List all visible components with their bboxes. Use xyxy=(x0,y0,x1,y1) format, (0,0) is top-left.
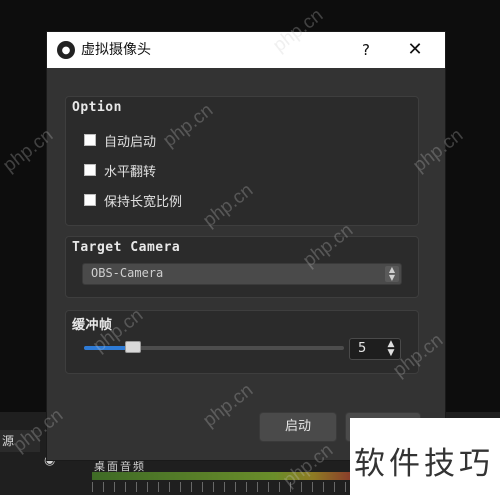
help-button[interactable]: ? xyxy=(355,38,377,62)
dialog-titlebar[interactable]: ● 虚拟摄像头 ? ✕ xyxy=(47,32,445,68)
start-button[interactable]: 启动 xyxy=(259,412,337,442)
virtual-camera-dialog: ● 虚拟摄像头 ? ✕ Option 自动启动 水平翻转 保持长宽比例 Targ… xyxy=(47,32,445,460)
target-camera-group: Target Camera OBS-Camera ▲ ▼ xyxy=(65,236,419,298)
close-button[interactable]: ✕ xyxy=(403,38,427,62)
auto-start-checkbox[interactable] xyxy=(84,134,96,146)
spin-arrows-icon[interactable]: ▲ ▼ xyxy=(384,340,398,358)
buffer-frames-value: 5 xyxy=(358,341,367,356)
horizontal-flip-label: 水平翻转 xyxy=(104,164,157,180)
keep-aspect-ratio-checkbox[interactable] xyxy=(84,194,96,206)
audio-meter-ticks xyxy=(92,482,352,492)
buffer-frames-slider[interactable] xyxy=(84,341,344,353)
sources-panel-label: 源 xyxy=(0,430,40,452)
target-camera-value: OBS-Camera xyxy=(91,266,164,280)
option-group-title: Option xyxy=(72,100,122,115)
buffer-frames-title: 缓冲帧 xyxy=(72,318,113,333)
watermark-corner-text: 软件技巧 xyxy=(354,446,494,482)
horizontal-flip-checkbox[interactable] xyxy=(84,164,96,176)
horizontal-flip-checkbox-row[interactable]: 水平翻转 xyxy=(84,160,156,180)
audio-level-meter xyxy=(92,472,352,480)
chevron-updown-icon[interactable]: ▲ ▼ xyxy=(385,266,399,282)
option-group: Option 自动启动 水平翻转 保持长宽比例 xyxy=(65,96,419,226)
auto-start-label: 自动启动 xyxy=(104,134,157,150)
keep-aspect-ratio-checkbox-row[interactable]: 保持长宽比例 xyxy=(84,190,182,210)
buffer-frames-group: 缓冲帧 5 ▲ ▼ xyxy=(65,310,419,374)
dialog-title: 虚拟摄像头 xyxy=(81,42,151,58)
auto-start-checkbox-row[interactable]: 自动启动 xyxy=(84,130,156,150)
obs-logo-icon: ● xyxy=(57,41,75,59)
buffer-frames-spinbox[interactable]: 5 ▲ ▼ xyxy=(349,338,401,360)
slider-handle[interactable] xyxy=(125,341,141,353)
keep-aspect-ratio-label: 保持长宽比例 xyxy=(104,194,183,210)
target-camera-title: Target Camera xyxy=(72,240,181,255)
target-camera-select[interactable]: OBS-Camera ▲ ▼ xyxy=(82,263,402,285)
